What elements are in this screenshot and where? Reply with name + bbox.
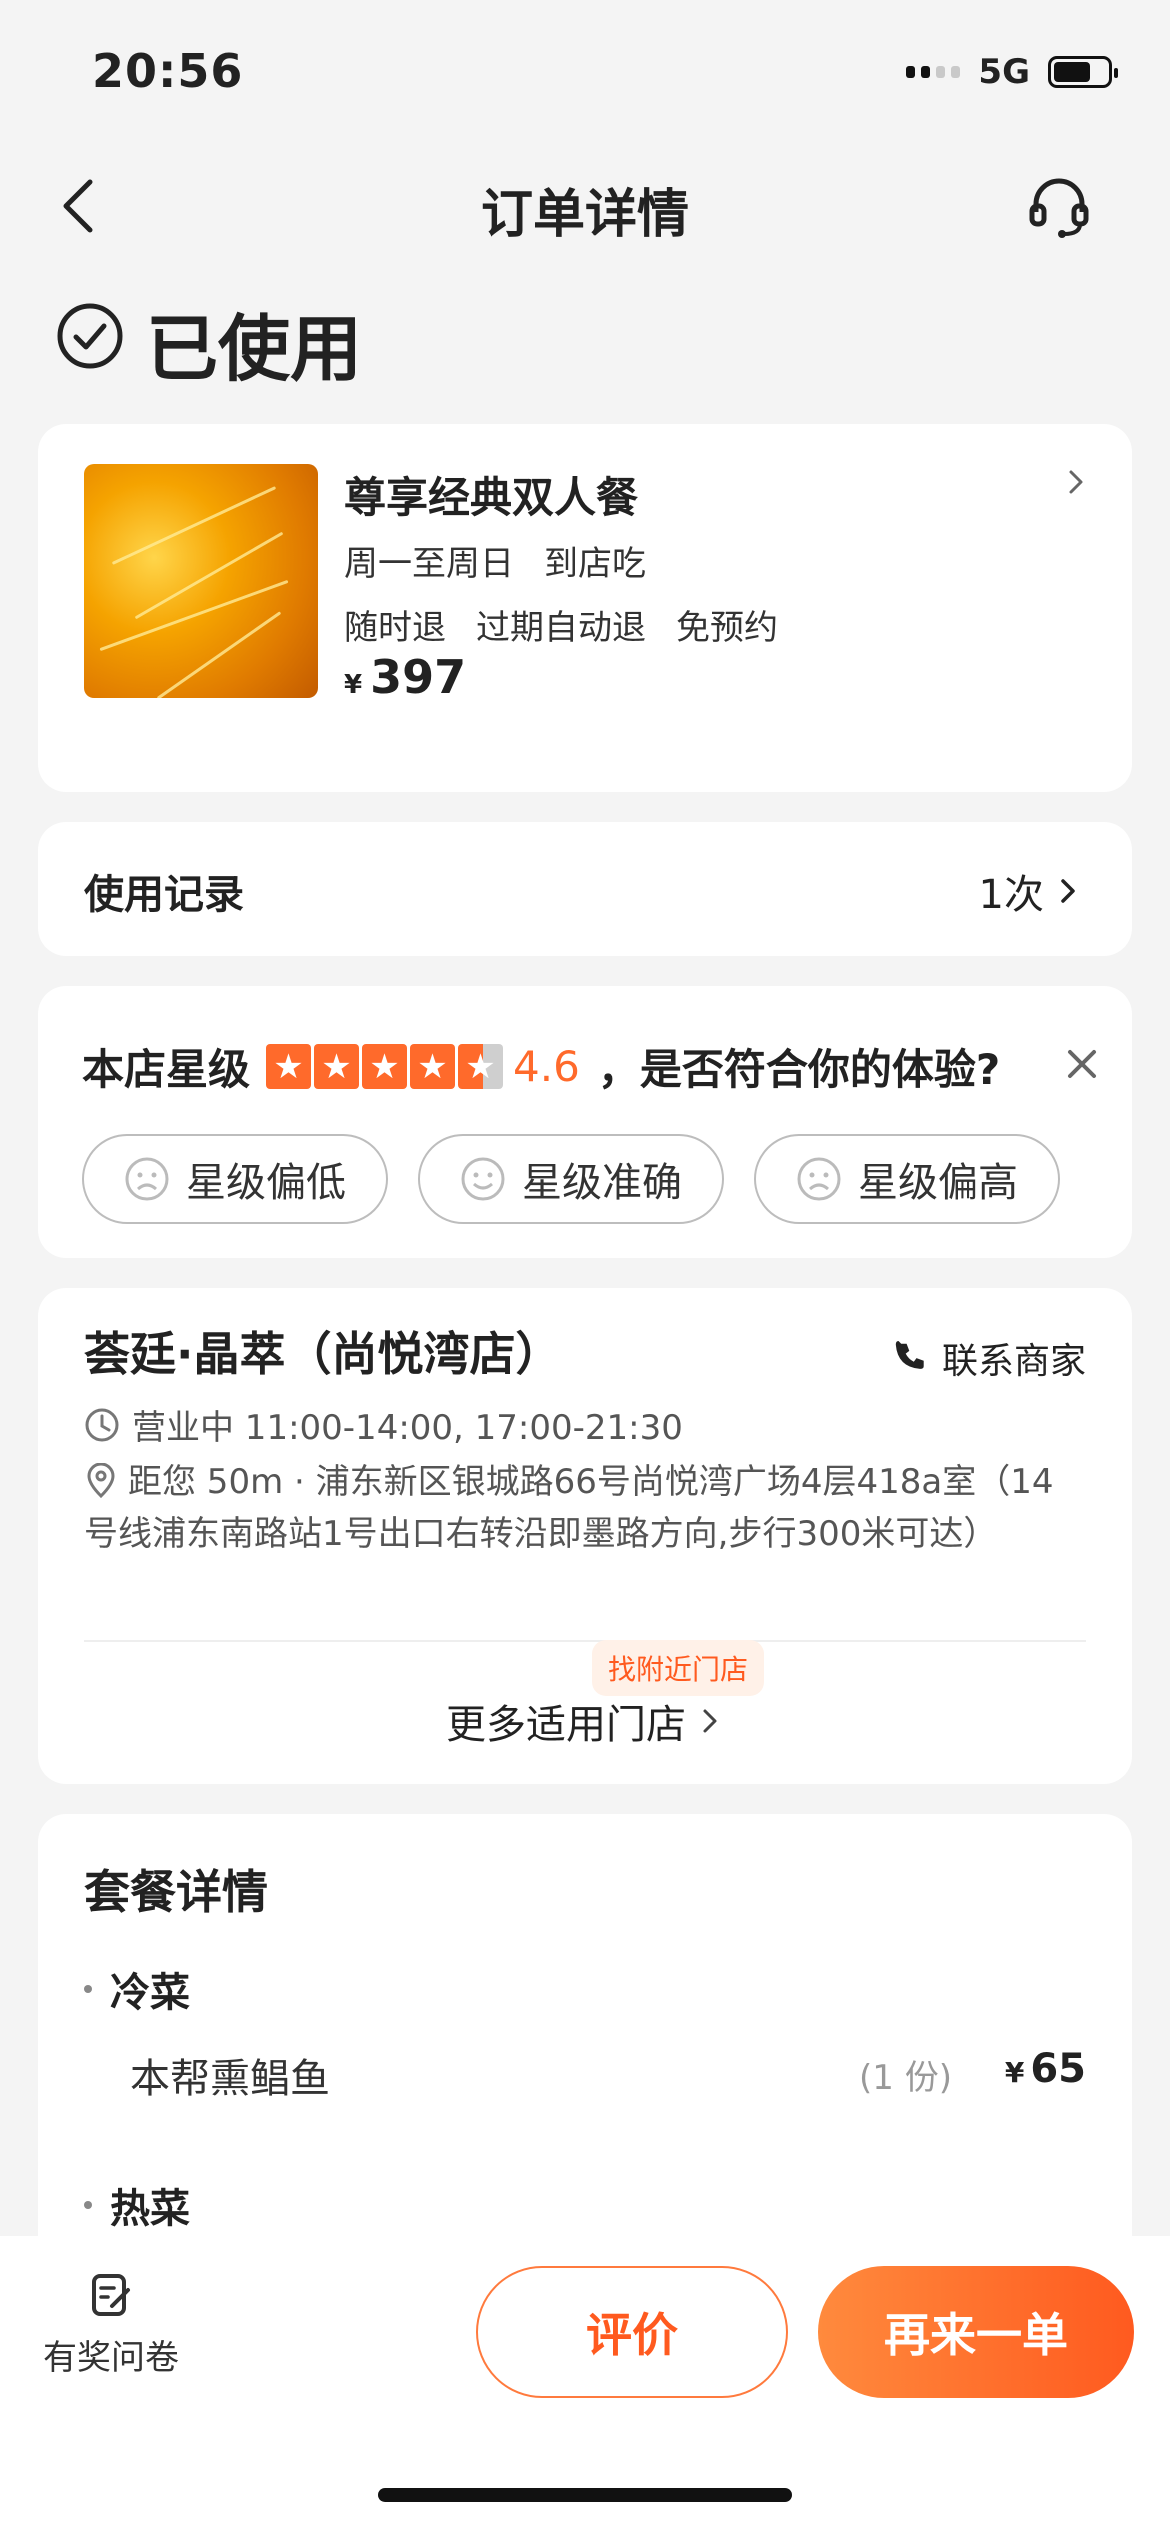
rating-high-label: 星级偏高 — [858, 1160, 1018, 1206]
usage-count-text: 1次 — [978, 872, 1044, 918]
rating-question-text: ，是否符合你的体验? — [597, 1045, 1001, 1094]
page-title: 订单详情 — [480, 185, 689, 245]
survey-edit-icon — [92, 2274, 130, 2316]
location-pin-icon — [87, 1463, 115, 1499]
rating-question: 本店星级 ★ ★ ★ ★ ★ 4.6 ，是否符合你的体验? — [82, 1036, 1000, 1097]
more-stores-link[interactable]: 更多适用门店 — [38, 1692, 1132, 1750]
contact-merchant-button[interactable]: 联系商家 — [894, 1332, 1086, 1384]
nearby-stores-tag: 找附近门店 — [592, 1640, 765, 1696]
usage-record-row[interactable]: 使用记录 1次 — [38, 822, 1132, 956]
currency-symbol: ¥ — [344, 670, 363, 700]
star-icon: ★ — [362, 1044, 408, 1089]
tag-dine-in: 到店吃 — [544, 544, 646, 584]
signal-icon — [906, 66, 961, 78]
product-tags-line2: 随时退 过期自动退 免预约 — [344, 600, 808, 649]
rating-accurate-button[interactable]: 星级准确 — [418, 1134, 724, 1224]
chevron-right-icon — [1061, 879, 1075, 903]
product-title: 尊享经典双人餐 — [344, 473, 639, 522]
dish-price: ¥65 — [1005, 2046, 1086, 2092]
divider — [84, 1640, 1086, 1642]
product-tags-line1: 周一至周日 到店吃 — [344, 536, 676, 585]
rating-feedback-card: 本店星级 ★ ★ ★ ★ ★ 4.6 ，是否符合你的体验? 星级偏低 星级准确 — [38, 986, 1132, 1258]
rating-high-button[interactable]: 星级偏高 — [754, 1134, 1060, 1224]
category-hot: 热菜 — [84, 2176, 190, 2234]
half-star-icon: ★ — [458, 1044, 504, 1089]
phone-icon — [895, 1341, 924, 1369]
usage-record-label: 使用记录 — [84, 872, 244, 918]
store-name[interactable]: 荟廷·晶萃（尚悦湾店） — [84, 1318, 561, 1384]
star-icon: ★ — [314, 1044, 360, 1089]
check-circle-icon — [57, 303, 123, 369]
dish-quantity: (1 份) — [859, 2058, 952, 2098]
store-hours: 营业中 11:00-14:00, 17:00-21:30 — [84, 1400, 683, 1449]
network-type: 5G — [978, 52, 1030, 92]
survey-button[interactable]: 有奖问卷 — [36, 2272, 186, 2379]
smile-face-icon — [461, 1157, 505, 1201]
star-rating: ★ ★ ★ ★ ★ — [266, 1044, 504, 1089]
tag-auto-refund: 过期自动退 — [476, 608, 646, 648]
star-icon: ★ — [266, 1044, 312, 1089]
home-indicator — [378, 2488, 792, 2502]
rating-low-button[interactable]: 星级偏低 — [82, 1134, 388, 1224]
store-hours-text: 营业中 11:00-14:00, 17:00-21:30 — [132, 1408, 683, 1448]
status-icons: 5G — [906, 52, 1118, 92]
sad-face-icon — [125, 1157, 169, 1201]
bullet-dot — [84, 2201, 92, 2209]
product-image — [84, 464, 318, 698]
contact-merchant-label: 联系商家 — [941, 1341, 1086, 1382]
dish-name: 本帮熏鲳鱼 — [130, 2056, 330, 2102]
dish-price-value: 65 — [1030, 2046, 1086, 2092]
close-icon[interactable] — [1062, 1044, 1102, 1084]
sad-face-icon — [797, 1157, 841, 1201]
category-hot-label: 热菜 — [110, 2186, 190, 2232]
product-price: ¥397 — [344, 650, 466, 704]
more-stores-label: 更多适用门店 — [446, 1702, 686, 1748]
store-address-text: 距您 50m · 浦东新区银城路66号尚悦湾广场4层418a室（14号线浦东南路… — [84, 1462, 1054, 1554]
status-time: 20:56 — [92, 44, 244, 98]
category-cold-label: 冷菜 — [110, 1970, 190, 2016]
tag-refund-anytime: 随时退 — [344, 608, 446, 648]
order-status: 已使用 — [146, 307, 363, 391]
chevron-right-icon[interactable] — [1062, 468, 1090, 496]
tag-no-reservation: 免预约 — [676, 608, 778, 648]
store-card: 荟廷·晶萃（尚悦湾店） 联系商家 营业中 11:00-14:00, 17:00-… — [38, 1288, 1132, 1784]
customer-service-headset-icon[interactable] — [1026, 174, 1092, 240]
usage-record-count: 1次 — [979, 862, 1082, 920]
review-button[interactable]: 评价 — [476, 2266, 788, 2398]
store-address[interactable]: 距您 50m · 浦东新区银城路66号尚悦湾广场4层418a室（14号线浦东南路… — [84, 1456, 1084, 1560]
rating-score: 4.6 — [513, 1042, 580, 1091]
clock-icon — [85, 1408, 119, 1441]
category-cold: 冷菜 — [84, 1960, 190, 2018]
reorder-button[interactable]: 再来一单 — [818, 2266, 1134, 2398]
chevron-right-icon — [703, 1709, 717, 1733]
rating-low-label: 星级偏低 — [186, 1160, 346, 1206]
star-icon: ★ — [410, 1044, 456, 1089]
product-card[interactable]: 尊享经典双人餐 周一至周日 到店吃 随时退 过期自动退 免预约 ¥397 — [38, 424, 1132, 792]
battery-icon — [1048, 56, 1118, 88]
package-title: 套餐详情 — [84, 1865, 268, 1919]
bullet-dot — [84, 1985, 92, 1993]
price-value: 397 — [370, 650, 467, 704]
tag-days: 周一至周日 — [344, 544, 514, 584]
rating-accurate-label: 星级准确 — [522, 1160, 682, 1206]
currency-symbol: ¥ — [1004, 2056, 1025, 2089]
survey-label: 有奖问卷 — [43, 2338, 179, 2378]
rating-label: 本店星级 — [82, 1045, 251, 1094]
